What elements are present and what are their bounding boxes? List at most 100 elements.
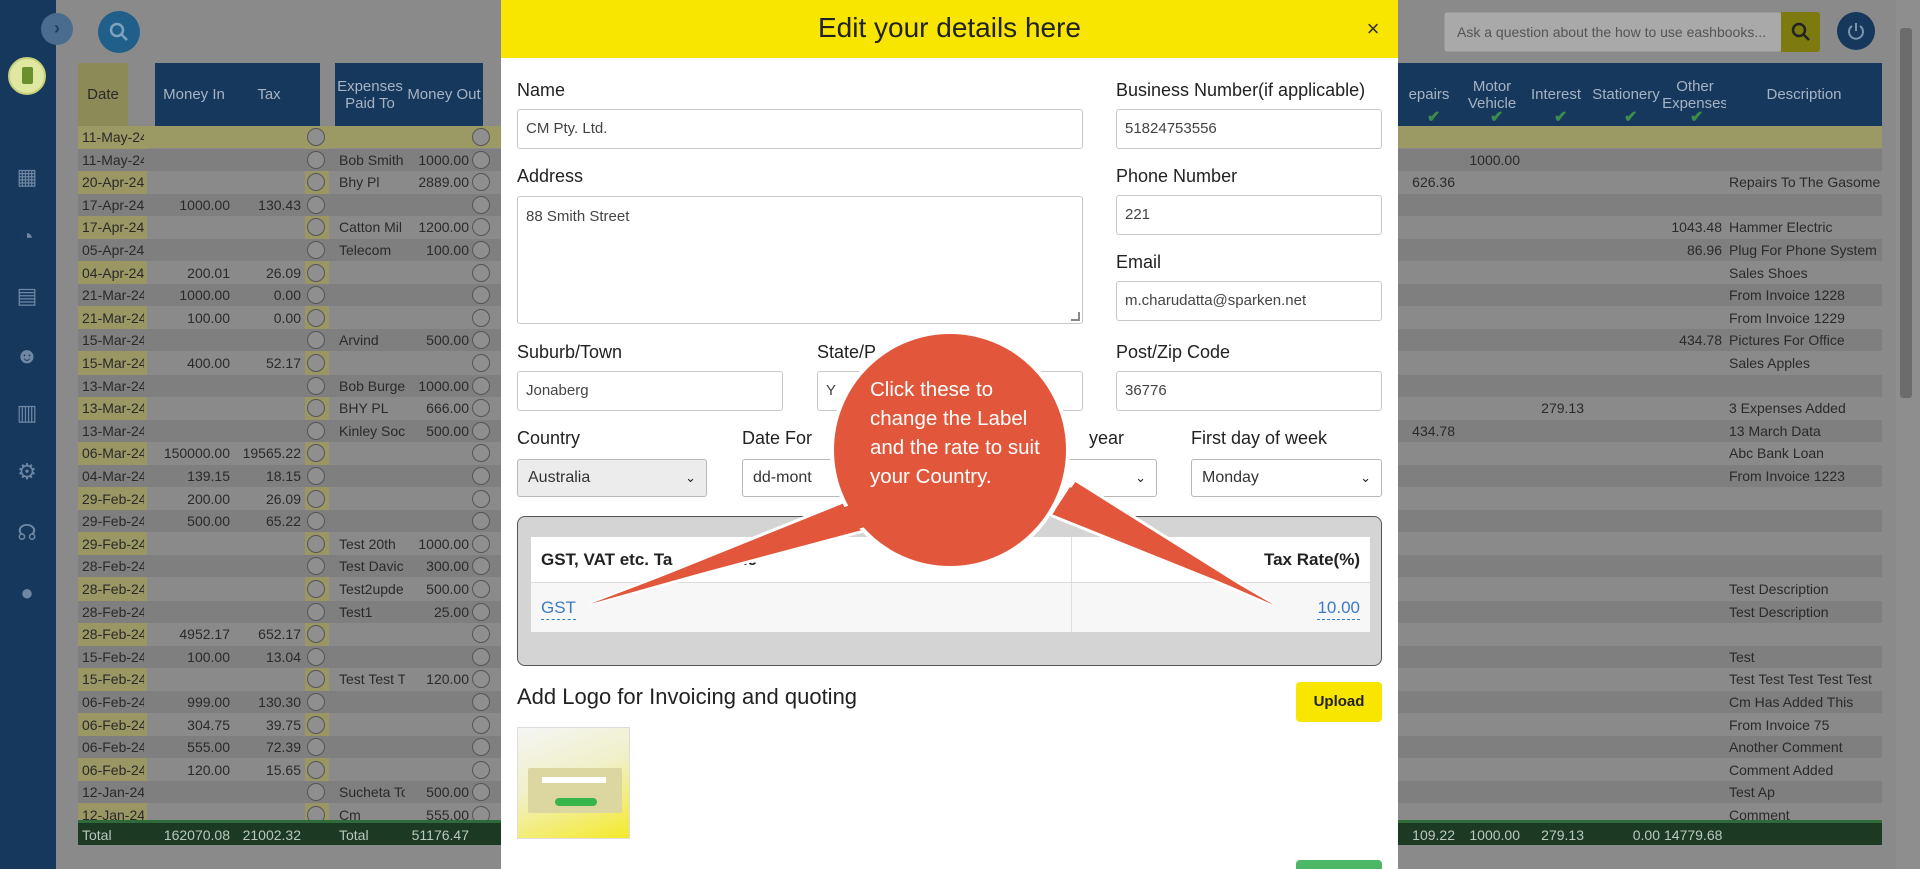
settings-chart-icon[interactable]: ⚙ — [14, 459, 40, 485]
row-select-radio[interactable] — [307, 580, 325, 598]
row-select-radio[interactable] — [307, 173, 325, 192]
row-select-radio[interactable] — [472, 286, 490, 305]
row-select-radio[interactable] — [472, 580, 490, 598]
row-select-radio[interactable] — [472, 625, 490, 644]
row-select-radio[interactable] — [472, 489, 490, 508]
row-select-radio[interactable] — [307, 195, 325, 214]
support-icon[interactable]: ☊ — [14, 520, 40, 546]
user-icon[interactable]: ● — [14, 580, 40, 606]
header-money-out[interactable]: Money Out — [405, 63, 483, 126]
header-expenses-paid-to[interactable]: Expenses Paid To — [335, 63, 405, 126]
row-select-radio[interactable] — [307, 693, 325, 711]
row-select-radio[interactable] — [307, 218, 325, 237]
scrollbar-thumb[interactable] — [1900, 28, 1912, 398]
row-select-radio[interactable] — [307, 421, 325, 440]
schedule-icon[interactable]: ▥ — [14, 400, 40, 426]
row-select-radio[interactable] — [307, 376, 325, 395]
app-logo[interactable] — [8, 57, 46, 95]
cell-description: Test Ap — [1729, 784, 1775, 801]
header-date[interactable]: Date — [78, 63, 128, 126]
row-select-radio[interactable] — [472, 670, 490, 689]
row-select-radio[interactable] — [307, 738, 325, 757]
cell-paid-to: Bob Burge — [339, 377, 405, 394]
row-select-radio[interactable] — [472, 173, 490, 192]
row-select-radio[interactable] — [307, 647, 325, 666]
row-select-radio[interactable] — [307, 783, 325, 802]
search-button[interactable] — [98, 11, 140, 53]
row-select-radio[interactable] — [472, 738, 490, 757]
tax-name-editable[interactable]: GST — [541, 598, 576, 620]
row-select-radio[interactable] — [472, 715, 490, 734]
row-select-radio[interactable] — [307, 670, 325, 689]
save-button[interactable] — [1296, 860, 1382, 869]
first-day-select[interactable]: Monday ⌄ — [1191, 459, 1382, 497]
row-select-radio[interactable] — [472, 331, 490, 350]
row-select-radio[interactable] — [472, 783, 490, 802]
row-select-radio[interactable] — [307, 150, 325, 169]
user-question-icon[interactable]: ☻ — [14, 343, 40, 369]
close-icon[interactable]: × — [1362, 18, 1384, 40]
row-select-radio[interactable] — [307, 128, 325, 146]
ask-search-button[interactable] — [1781, 12, 1820, 52]
row-select-radio[interactable] — [307, 602, 325, 621]
header-money-in[interactable]: Money In — [155, 63, 233, 126]
row-select-radio[interactable] — [472, 760, 490, 779]
calendar-icon[interactable]: ▦ — [14, 164, 40, 190]
suburb-input[interactable]: Jonaberg — [517, 371, 783, 411]
row-select-radio[interactable] — [307, 331, 325, 350]
row-select-radio[interactable] — [307, 354, 325, 372]
row-select-radio[interactable] — [307, 715, 325, 734]
row-select-radio[interactable] — [472, 218, 490, 237]
report-icon[interactable]: ▤ — [14, 283, 40, 309]
row-select-radio[interactable] — [472, 693, 490, 711]
row-select-radio[interactable] — [472, 602, 490, 621]
tax-rate-editable[interactable]: 10.00 — [1317, 598, 1360, 620]
row-select-radio[interactable] — [307, 467, 325, 485]
row-select-radio[interactable] — [472, 150, 490, 169]
row-select-radio[interactable] — [307, 534, 325, 553]
row-select-radio[interactable] — [472, 467, 490, 485]
tax-name-header-text: GST, VAT etc. Ta — [541, 550, 673, 569]
row-select-radio[interactable] — [307, 512, 325, 531]
name-input[interactable]: CM Pty. Ltd. — [517, 109, 1083, 149]
row-select-radio[interactable] — [307, 625, 325, 644]
row-select-radio[interactable] — [472, 354, 490, 372]
row-select-radio[interactable] — [307, 286, 325, 305]
row-select-radio[interactable] — [307, 557, 325, 576]
resize-handle-icon[interactable] — [1071, 312, 1080, 321]
total-money-out: 51176.47 — [411, 827, 469, 843]
row-select-radio[interactable] — [472, 308, 490, 327]
row-select-radio[interactable] — [307, 241, 325, 259]
row-select-radio[interactable] — [307, 399, 325, 418]
postcode-input[interactable]: 36776 — [1116, 371, 1382, 411]
ask-question-input[interactable]: Ask a question about the how to use eash… — [1444, 12, 1782, 52]
row-select-radio[interactable] — [472, 512, 490, 531]
row-select-radio[interactable] — [307, 308, 325, 327]
country-select[interactable]: Australia ⌄ — [517, 459, 707, 497]
business-number-input[interactable]: 51824753556 — [1116, 109, 1382, 149]
row-select-radio[interactable] — [472, 557, 490, 576]
row-select-radio[interactable] — [472, 376, 490, 395]
row-select-radio[interactable] — [307, 489, 325, 508]
address-textarea[interactable]: 88 Smith Street — [517, 196, 1083, 324]
row-select-radio[interactable] — [472, 647, 490, 666]
row-select-radio[interactable] — [472, 534, 490, 553]
row-select-radio[interactable] — [472, 195, 490, 214]
logout-button[interactable] — [1837, 12, 1875, 50]
row-select-radio[interactable] — [472, 263, 490, 282]
row-select-radio[interactable] — [307, 263, 325, 282]
email-input[interactable]: m.charudatta@sparken.net — [1116, 281, 1382, 321]
row-select-radio[interactable] — [307, 444, 325, 463]
header-tax[interactable]: Tax — [233, 63, 305, 126]
row-select-radio[interactable] — [307, 760, 325, 779]
pie-chart-icon[interactable]: ◔ — [14, 224, 40, 250]
sidebar-toggle-button[interactable]: › — [41, 13, 73, 45]
phone-input[interactable]: 221 — [1116, 195, 1382, 235]
row-select-radio[interactable] — [472, 128, 490, 146]
header-description[interactable]: Description — [1726, 63, 1882, 126]
row-select-radio[interactable] — [472, 241, 490, 259]
row-select-radio[interactable] — [472, 399, 490, 418]
row-select-radio[interactable] — [472, 421, 490, 440]
row-select-radio[interactable] — [472, 444, 490, 463]
upload-button[interactable]: Upload — [1296, 682, 1382, 722]
